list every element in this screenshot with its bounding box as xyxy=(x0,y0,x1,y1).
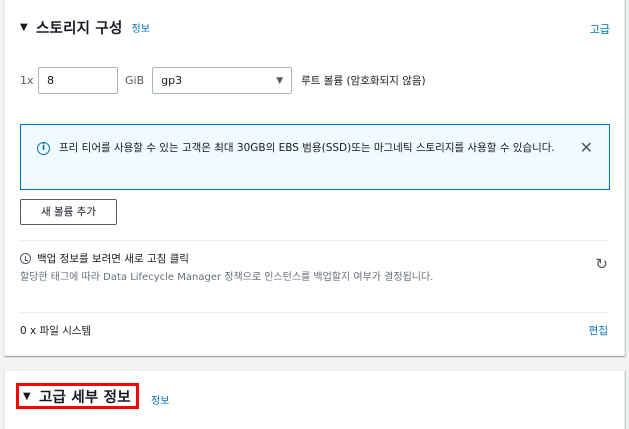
caret-down-icon[interactable]: ▼ xyxy=(23,391,39,402)
advanced-details-panel: ▼ 고급 세부 정보 정보 xyxy=(4,370,625,429)
advanced-info-link[interactable]: 정보 xyxy=(151,392,169,407)
root-volume-description: 루트 볼륨 (암호화되지 않음) xyxy=(301,75,426,87)
volume-unit-label: GiB xyxy=(125,74,145,87)
clock-icon xyxy=(20,253,31,264)
storage-config-panel: ▼ 스토리지 구성 정보 고급 1x 8 GiB gp3 ▼ 루트 볼륨 (암호… xyxy=(4,0,625,356)
select-arrow-icon: ▼ xyxy=(276,75,284,86)
refresh-icon[interactable]: ↻ xyxy=(595,255,608,273)
edit-file-systems-link[interactable]: 편집 xyxy=(589,323,608,338)
add-volume-button[interactable]: 새 볼륨 추가 xyxy=(20,199,117,225)
info-icon: i xyxy=(37,142,50,155)
storage-section-header[interactable]: ▼ 스토리지 구성 정보 xyxy=(20,17,150,38)
storage-info-link[interactable]: 정보 xyxy=(132,20,150,35)
caret-down-icon[interactable]: ▼ xyxy=(20,22,36,33)
storage-section-title: 스토리지 구성 xyxy=(36,21,123,37)
close-icon[interactable]: ✕ xyxy=(580,138,593,157)
advanced-section-title: 고급 세부 정보 xyxy=(39,389,131,406)
advanced-link[interactable]: 고급 xyxy=(590,21,610,37)
backup-title-row: 백업 정보를 보려면 새로 고침 클릭 xyxy=(20,251,470,266)
volume-type-value: gp3 xyxy=(161,74,183,87)
alert-text: 프리 티어를 사용할 수 있는 고객은 최대 30GB의 EBS 범용(SSD)… xyxy=(59,142,555,154)
volume-size-input[interactable]: 8 xyxy=(38,67,118,94)
volume-type-select[interactable]: gp3 ▼ xyxy=(152,67,293,94)
volume-multiplier: 1x xyxy=(20,74,34,87)
advanced-section-header[interactable]: ▼ 고급 세부 정보 xyxy=(16,383,139,409)
free-tier-alert: i 프리 티어를 사용할 수 있는 고객은 최대 30GB의 EBS 범용(SS… xyxy=(20,124,610,190)
root-volume-row: 1x 8 GiB gp3 ▼ 루트 볼륨 (암호화되지 않음) xyxy=(20,67,426,94)
backup-title: 백업 정보를 보려면 새로 고침 클릭 xyxy=(37,253,189,265)
divider xyxy=(20,240,609,241)
backup-info-block: 백업 정보를 보려면 새로 고침 클릭 할당한 태그에 따라 Data Life… xyxy=(20,251,470,287)
file-systems-label: 0 x 파일 시스템 xyxy=(20,325,92,337)
divider xyxy=(20,312,609,313)
backup-description: 할당한 태그에 따라 Data Lifecycle Manager 정책으로 인… xyxy=(20,272,434,283)
